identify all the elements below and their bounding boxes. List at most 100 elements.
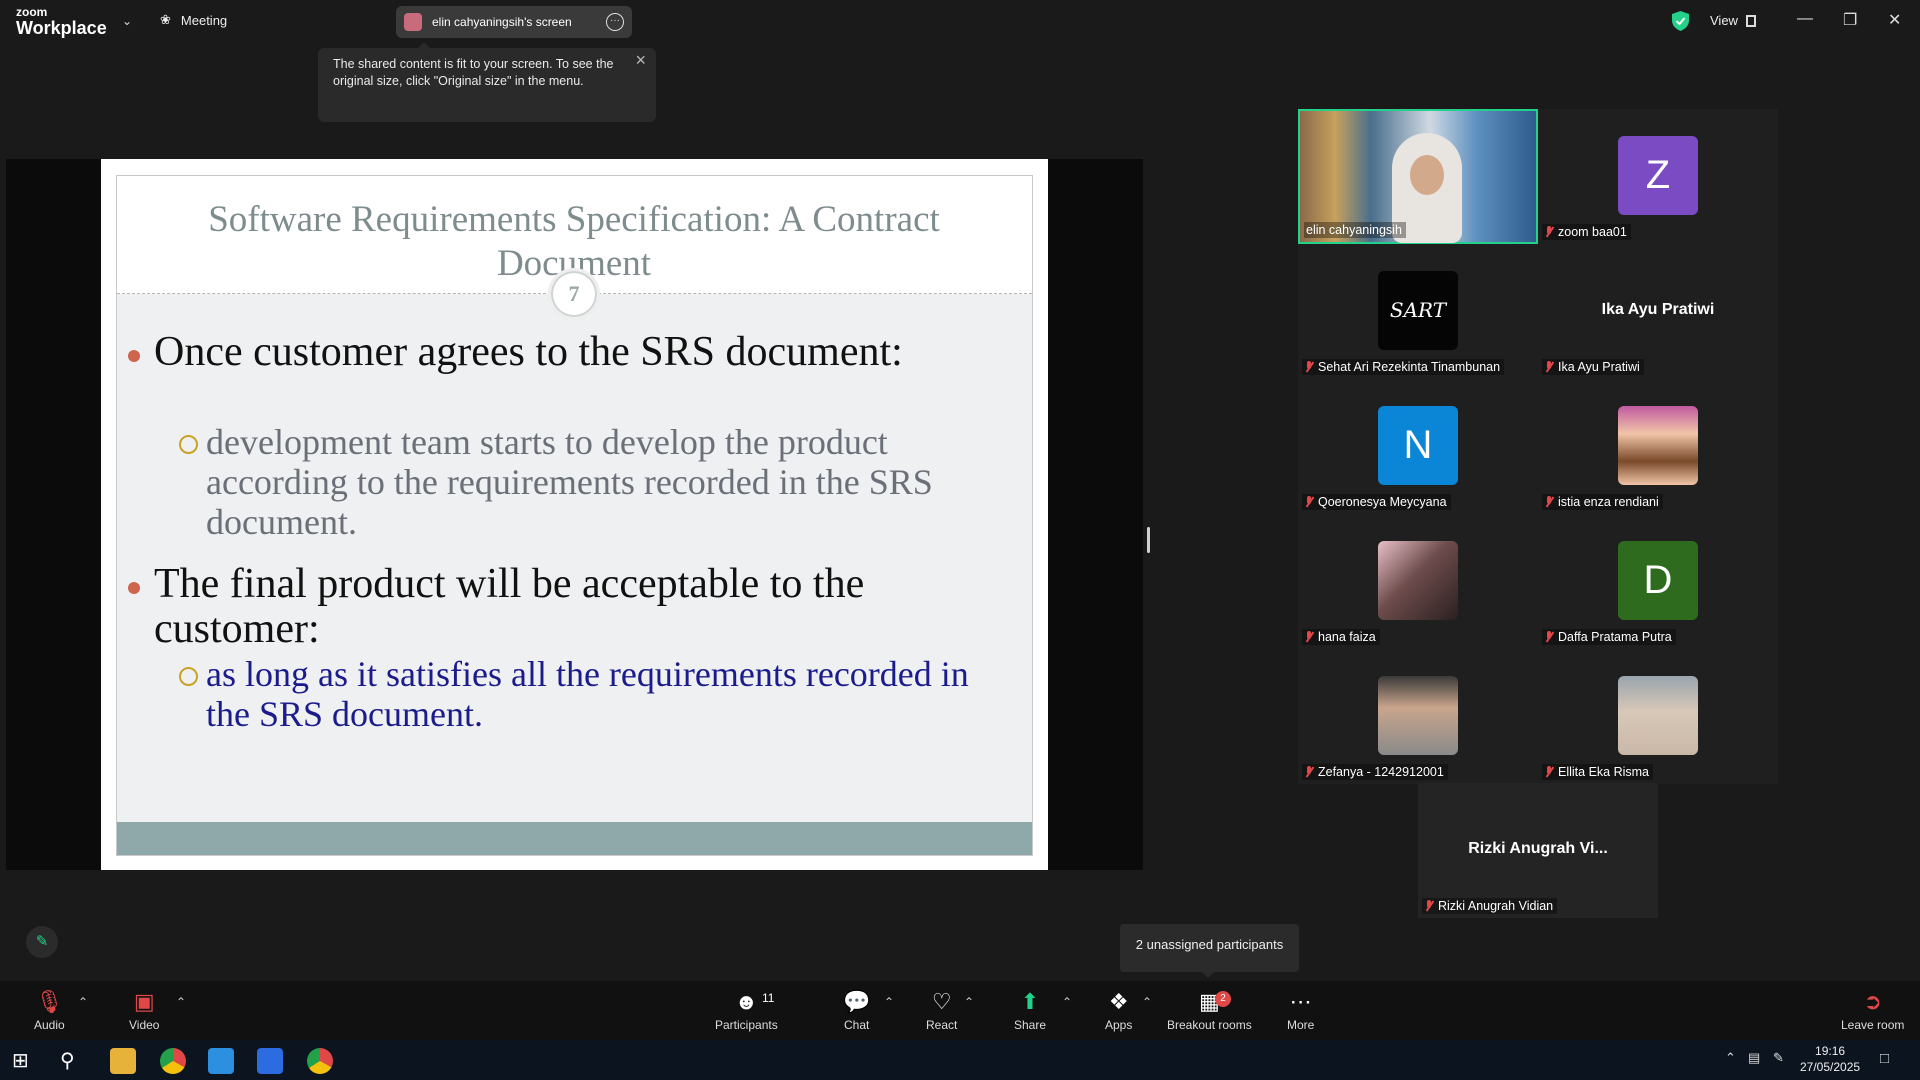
participant-tile[interactable]: Ellita Eka Risma bbox=[1538, 649, 1778, 784]
audio-button[interactable]: 🎙 Audio bbox=[34, 989, 65, 1032]
react-button[interactable]: ♡ React bbox=[926, 989, 957, 1032]
view-button[interactable]: View bbox=[1710, 13, 1756, 28]
leave-icon: ➲ bbox=[1863, 989, 1882, 1014]
mic-muted-icon bbox=[1304, 631, 1314, 643]
participant-name: elin cahyaningsih bbox=[1306, 223, 1402, 237]
avatar: N bbox=[1378, 406, 1458, 485]
minimize-icon[interactable]: — bbox=[1797, 10, 1813, 28]
chevron-up-icon[interactable]: ⌃ bbox=[176, 995, 186, 1009]
resize-handle[interactable] bbox=[1147, 527, 1150, 553]
participant-tile[interactable]: hana faiza bbox=[1298, 514, 1538, 649]
pen-icon[interactable]: ✎ bbox=[1773, 1050, 1784, 1066]
chrome-icon[interactable] bbox=[160, 1048, 186, 1074]
participant-name: Zefanya - 1242912001 bbox=[1318, 765, 1444, 779]
participant-tile[interactable]: elin cahyaningsih bbox=[1298, 109, 1538, 244]
breakout-rooms-button[interactable]: ▦ Breakout rooms bbox=[1167, 989, 1252, 1032]
mic-muted-icon bbox=[1304, 361, 1314, 373]
close-icon[interactable]: ✕ bbox=[1888, 10, 1901, 30]
breakout-label: Breakout rooms bbox=[1167, 1018, 1252, 1032]
shield-icon[interactable] bbox=[1672, 11, 1689, 31]
chevron-up-icon[interactable]: ⌃ bbox=[884, 995, 894, 1009]
participant-tile[interactable]: N Qoeronesya Meycyana bbox=[1298, 379, 1538, 514]
search-icon[interactable]: ⚲ bbox=[60, 1048, 86, 1074]
participant-name-tag: Zefanya - 1242912001 bbox=[1302, 764, 1448, 780]
participant-display-name: Rizki Anugrah Vi... bbox=[1468, 840, 1608, 857]
participant-tile[interactable]: Rizki Anugrah Vi... Rizki Anugrah Vidian bbox=[1418, 783, 1658, 918]
avatar bbox=[404, 13, 422, 31]
chat-button[interactable]: 💬 Chat bbox=[843, 989, 870, 1032]
tray-chevron-icon[interactable]: ⌃ bbox=[1725, 1050, 1736, 1066]
windows-taskbar: ⊞ ⚲ ⌃ ▤ ✎ 19:16 27/05/2025 □ bbox=[0, 1040, 1920, 1080]
restore-icon[interactable]: ❐ bbox=[1843, 10, 1857, 30]
windows-start-icon[interactable]: ⊞ bbox=[12, 1048, 38, 1074]
participant-name: Daffa Pratama Putra bbox=[1558, 630, 1672, 644]
avatar: SART bbox=[1378, 271, 1458, 350]
chevron-down-icon[interactable]: ⌄ bbox=[122, 14, 132, 28]
zoom-logo: zoom Workplace bbox=[16, 6, 107, 37]
avatar bbox=[1378, 676, 1458, 755]
participant-display-name: Ika Ayu Pratiwi bbox=[1601, 301, 1715, 318]
avatar bbox=[1618, 676, 1698, 755]
participant-name: istia enza rendiani bbox=[1558, 495, 1659, 509]
audio-label: Audio bbox=[34, 1018, 65, 1032]
leave-room-button[interactable]: ➲ Leave room bbox=[1841, 989, 1904, 1032]
slide-bullet: Once customer agrees to the SRS document… bbox=[128, 330, 984, 375]
video-button[interactable]: ▣ Video bbox=[129, 989, 159, 1032]
apps-button[interactable]: ❖ Apps bbox=[1105, 989, 1132, 1032]
network-icon[interactable]: ▤ bbox=[1748, 1050, 1760, 1066]
participants-label: Participants bbox=[715, 1018, 778, 1032]
slide-bullet: The final product will be acceptable to … bbox=[128, 562, 984, 652]
participant-name: Sehat Ari Rezekinta Tinambunan bbox=[1318, 360, 1501, 374]
meeting-button[interactable]: ❀ Meeting bbox=[160, 12, 227, 28]
participant-name-tag: Sehat Ari Rezekinta Tinambunan bbox=[1302, 359, 1505, 375]
participant-count: 11 bbox=[762, 991, 775, 1005]
mic-muted-icon bbox=[1544, 361, 1554, 373]
share-button[interactable]: ⬆ Share bbox=[1014, 989, 1046, 1032]
slide-frame: Software Requirements Specification: A C… bbox=[116, 175, 1033, 856]
chat-label: Chat bbox=[844, 1018, 870, 1032]
participant-tile[interactable]: Ika Ayu Pratiwi Ika Ayu Pratiwi bbox=[1538, 244, 1778, 379]
zoom-taskbar-icon[interactable] bbox=[257, 1048, 283, 1074]
avatar: Z bbox=[1618, 136, 1698, 215]
logo-bottom-text: Workplace bbox=[16, 18, 107, 38]
participant-tile[interactable]: istia enza rendiani bbox=[1538, 379, 1778, 514]
mic-muted-icon: 🎙 bbox=[35, 989, 64, 1014]
annotate-pencil-icon[interactable]: ✎ bbox=[26, 926, 58, 958]
mic-muted-icon bbox=[1304, 496, 1314, 508]
breakout-badge: 2 bbox=[1215, 991, 1231, 1007]
participant-name: hana faiza bbox=[1318, 630, 1376, 644]
breakout-rooms-icon: ▦ bbox=[1198, 989, 1220, 1014]
leave-label: Leave room bbox=[1841, 1018, 1905, 1032]
shared-screen-pill[interactable]: elin cahyaningsih's screen ··· bbox=[396, 6, 632, 38]
more-options-icon[interactable]: ··· bbox=[606, 13, 624, 31]
participant-name-tag: Ika Ayu Pratiwi bbox=[1542, 359, 1644, 375]
participant-name-tag: Ellita Eka Risma bbox=[1542, 764, 1653, 780]
mic-muted-icon bbox=[1544, 496, 1554, 508]
logo-top-text: zoom bbox=[16, 5, 48, 19]
presentation-slide: Software Requirements Specification: A C… bbox=[101, 159, 1048, 870]
mic-muted-icon bbox=[1544, 631, 1554, 643]
participant-name-tag: Daffa Pratama Putra bbox=[1542, 629, 1676, 645]
participant-tile[interactable]: SART Sehat Ari Rezekinta Tinambunan bbox=[1298, 244, 1538, 379]
participant-tile[interactable]: Z zoom baa01 bbox=[1538, 109, 1778, 244]
view-label: View bbox=[1710, 13, 1738, 28]
app-icon[interactable] bbox=[208, 1048, 234, 1074]
slide-sub-bullet: development team starts to develop the p… bbox=[179, 422, 1006, 542]
chevron-up-icon[interactable]: ⌃ bbox=[78, 995, 88, 1009]
file-explorer-icon[interactable] bbox=[110, 1048, 136, 1074]
participant-tile[interactable]: Zefanya - 1242912001 bbox=[1298, 649, 1538, 784]
participant-name-tag: istia enza rendiani bbox=[1542, 494, 1663, 510]
chevron-up-icon[interactable]: ⌃ bbox=[1062, 995, 1072, 1009]
chrome-icon[interactable] bbox=[307, 1048, 333, 1074]
close-icon[interactable]: × bbox=[635, 51, 646, 69]
slide-sub-bullet: as long as it satisfies all the requirem… bbox=[179, 654, 1006, 734]
system-clock[interactable]: 19:16 27/05/2025 bbox=[1800, 1043, 1860, 1075]
slide-page-number: 7 bbox=[548, 268, 600, 320]
grid-icon bbox=[1745, 14, 1756, 27]
participant-tile[interactable]: D Daffa Pratama Putra bbox=[1538, 514, 1778, 649]
chevron-up-icon[interactable]: ⌃ bbox=[1142, 995, 1152, 1009]
chevron-up-icon[interactable]: ⌃ bbox=[964, 995, 974, 1009]
notifications-icon[interactable]: □ bbox=[1880, 1050, 1889, 1067]
more-button[interactable]: ⋯ More bbox=[1287, 989, 1314, 1032]
meeting-label: Meeting bbox=[180, 12, 228, 28]
